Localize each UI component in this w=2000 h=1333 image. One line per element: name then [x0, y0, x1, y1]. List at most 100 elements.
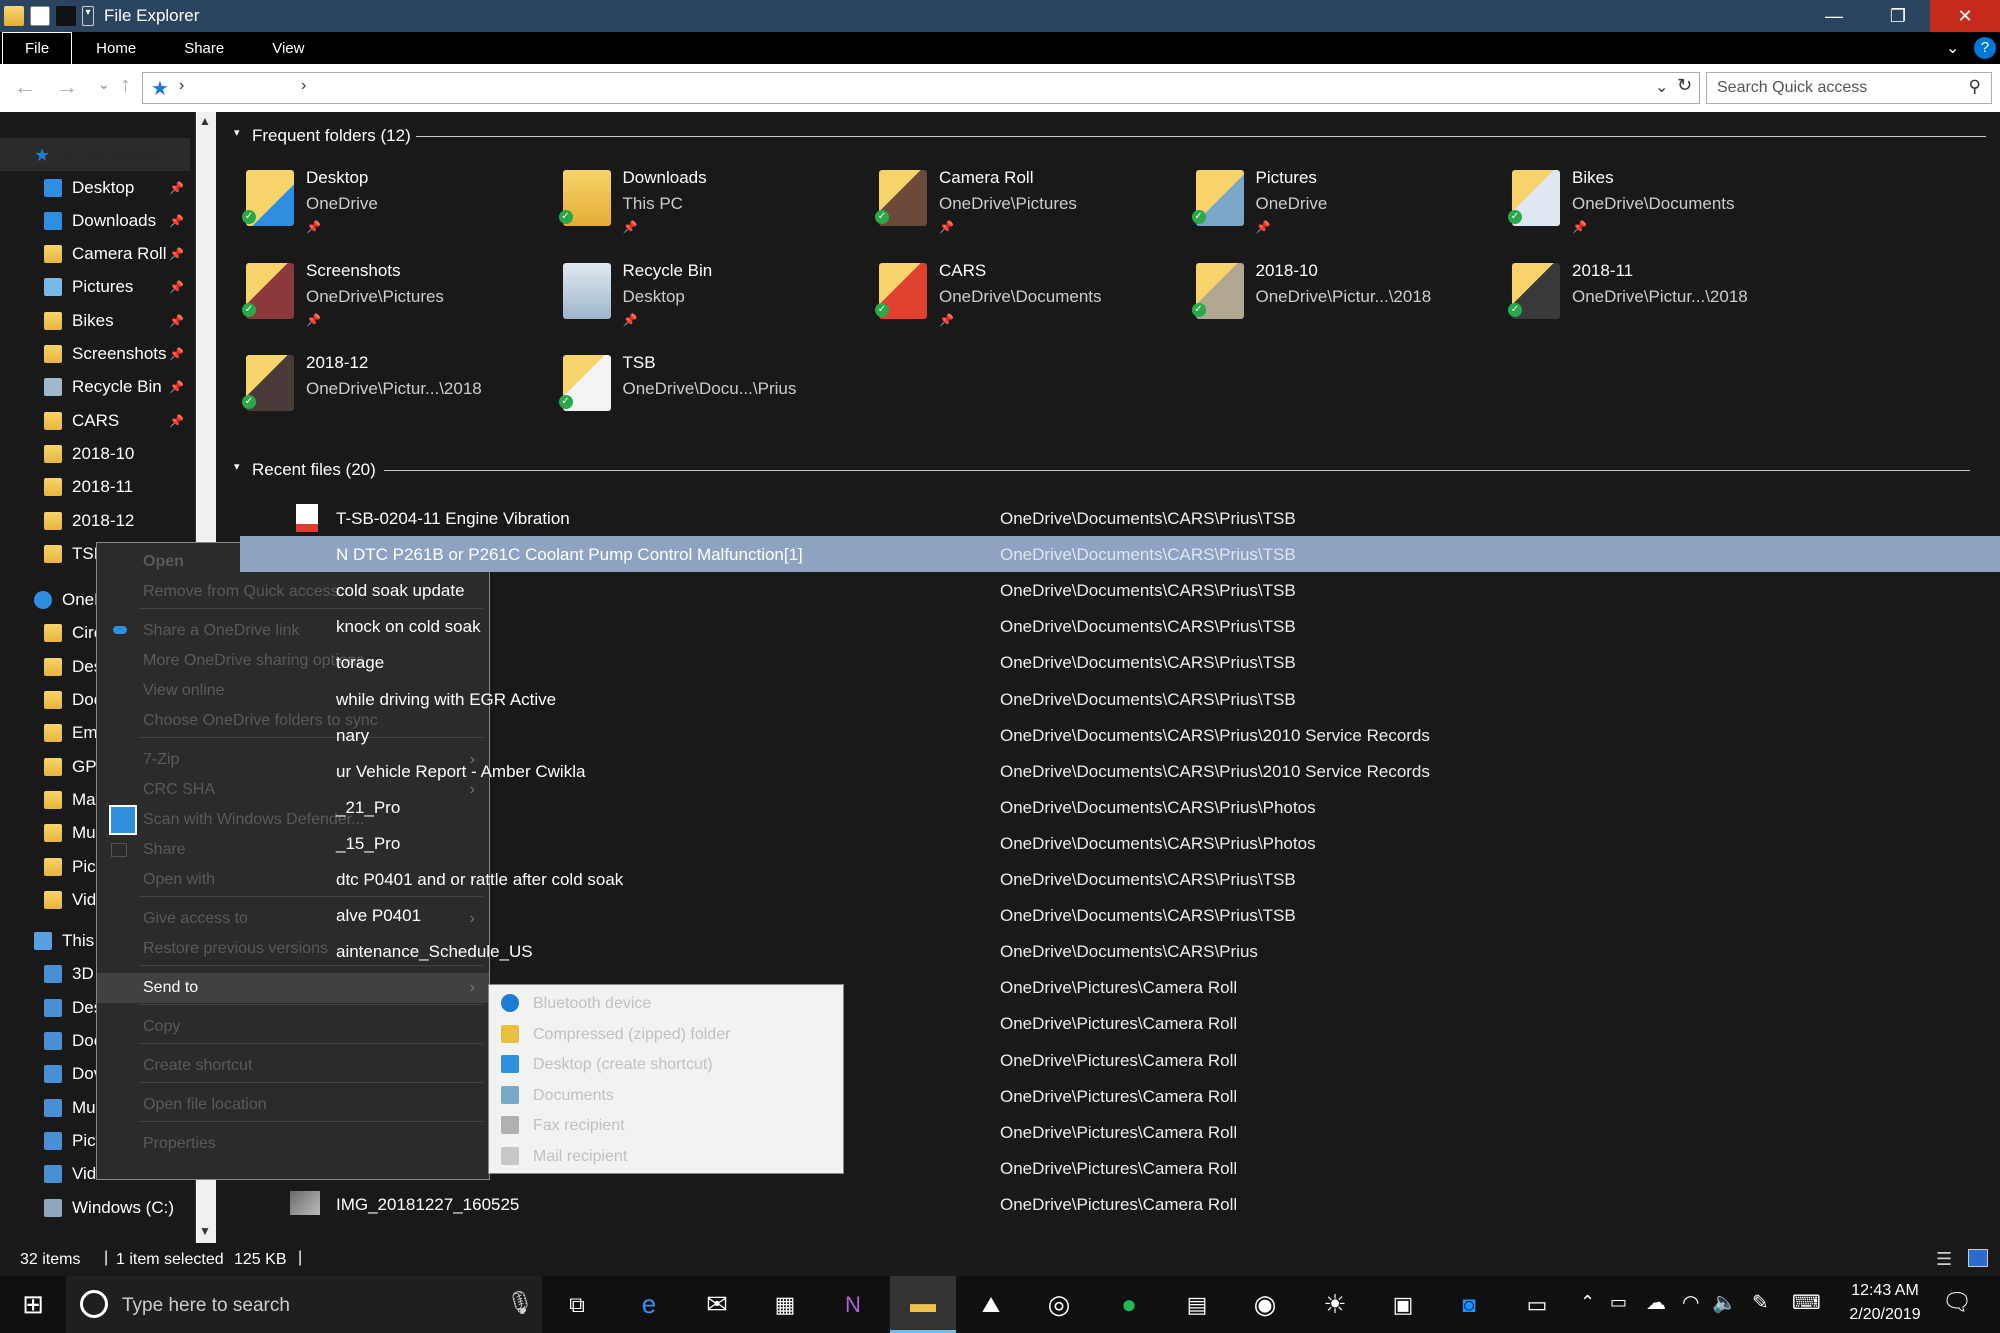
recent-file-row[interactable]: OneDrive\Pictures\Camera Roll — [240, 969, 2000, 1005]
recent-file-row[interactable]: cold soak update OneDrive\Documents\CARS\… — [240, 572, 2000, 608]
frequent-folder-2018-12[interactable]: ✓ 2018-12 OneDrive\Pictur...\2018 — [234, 345, 534, 431]
mail-icon[interactable]: ✉ — [684, 1276, 750, 1333]
nav-item-camera-roll[interactable]: Camera Roll 📌 — [0, 238, 190, 271]
recent-file-row[interactable]: alve P0401 OneDrive\Documents\CARS\Prius\… — [240, 897, 2000, 933]
calendar-icon[interactable]: ▦ — [752, 1276, 818, 1333]
expand-ribbon-icon[interactable]: ⌄ — [1946, 38, 1959, 58]
recent-file-row[interactable]: while driving with EGR Active OneDrive\Do… — [240, 681, 2000, 717]
recent-file-row[interactable]: ur Vehicle Report - Amber Cwikla OneDrive… — [240, 753, 2000, 789]
tab-home[interactable]: Home — [72, 32, 160, 64]
terminal-icon[interactable]: ▭ — [1504, 1276, 1570, 1333]
tab-file[interactable]: File — [2, 32, 73, 64]
recent-file-row[interactable]: OneDrive\Pictures\Camera Roll — [240, 1005, 2000, 1041]
nav-item-2018-10[interactable]: 2018-10 — [0, 437, 190, 470]
show-hidden-icons-icon[interactable]: ⌃ — [1580, 1292, 1595, 1313]
file-explorer-taskbar-icon[interactable]: ▬ — [890, 1276, 956, 1333]
volume-icon[interactable]: 🔈 — [1712, 1290, 1737, 1315]
brightness-icon[interactable]: ☀ — [1302, 1276, 1368, 1333]
wifi-icon[interactable]: ◠ — [1682, 1290, 1699, 1315]
taskbar-search[interactable]: Type here to search 🎙 — [66, 1276, 542, 1333]
nav-quick-access[interactable]: ★ Quick access — [0, 138, 190, 171]
scroll-down-icon[interactable]: ▼ — [199, 1224, 211, 1238]
scroll-up-icon[interactable]: ▲ — [199, 114, 211, 128]
nav-item-windows-drive[interactable]: Windows (C:) — [0, 1191, 190, 1224]
frequent-folder-2018-10[interactable]: ✓ 2018-10 OneDrive\Pictur...\2018 — [1184, 253, 1484, 339]
recent-file-row[interactable]: N DTC P261B or P261C Coolant Pump Contro… — [240, 536, 2000, 573]
tab-share[interactable]: Share — [160, 32, 248, 64]
frequent-folder-camera-roll[interactable]: ✓ Camera Roll OneDrive\Pictures 📌 — [867, 160, 1167, 246]
nav-item-desktop[interactable]: Desktop 📌 — [0, 171, 190, 204]
frequent-folders-header[interactable]: Frequent folders (12) — [252, 126, 411, 146]
recent-file-row[interactable]: OneDrive\Pictures\Camera Roll — [240, 1042, 2000, 1078]
breadcrumb-chevron-icon[interactable]: › — [301, 77, 306, 95]
start-button[interactable]: ⊞ — [0, 1276, 66, 1333]
action-center-icon[interactable]: 🗨 — [1942, 1288, 1972, 1317]
nav-item-screenshots[interactable]: Screenshots 📌 — [0, 338, 190, 371]
address-dropdown-icon[interactable]: ⌄ — [1655, 77, 1668, 97]
nav-item-2018-12[interactable]: 2018-12 — [0, 504, 190, 537]
nav-item-downloads[interactable]: Downloads 📌 — [0, 204, 190, 237]
forward-icon[interactable]: → — [56, 74, 78, 100]
frequent-folder-pictures[interactable]: ✓ Pictures OneDrive 📌 — [1184, 160, 1484, 246]
spotify-icon[interactable]: ● — [1096, 1276, 1162, 1333]
app-icon[interactable]: ◙ — [1436, 1276, 1502, 1333]
onenote-icon[interactable]: N — [820, 1276, 886, 1333]
nav-item-cars[interactable]: CARS 📌 — [0, 404, 190, 437]
recent-file-row[interactable]: _21_Pro OneDrive\Documents\CARS\Prius\Pho… — [240, 789, 2000, 825]
nav-item-pictures[interactable]: Pictures 📌 — [0, 271, 190, 304]
recent-file-row[interactable]: _15_Pro OneDrive\Documents\CARS\Prius\Pho… — [240, 825, 2000, 861]
tab-view[interactable]: View — [248, 32, 328, 64]
frequent-folder-tsb[interactable]: ✓ TSB OneDrive\Docu...\Prius — [551, 345, 851, 431]
details-view-icon[interactable]: ☰ — [1936, 1249, 1952, 1270]
webcam-icon[interactable]: ◉ — [1232, 1276, 1298, 1333]
breadcrumb-chevron-icon[interactable]: › — [179, 77, 184, 95]
nav-item-bikes[interactable]: Bikes 📌 — [0, 304, 190, 337]
frequent-folder-downloads[interactable]: ✓ Downloads This PC 📌 — [551, 160, 851, 246]
minimize-button[interactable]: — — [1802, 0, 1866, 32]
nav-item-2018-11[interactable]: 2018-11 — [0, 471, 190, 504]
nav-item-recycle-bin[interactable]: Recycle Bin 📌 — [0, 371, 190, 404]
clock-time[interactable]: 12:43 AM — [1840, 1282, 1930, 1300]
recent-file-row[interactable]: T-SB-0204-11 Engine Vibration OneDrive\Do… — [240, 500, 2000, 536]
collapse-chevron-icon[interactable]: ▾ — [234, 460, 240, 473]
recent-file-row[interactable]: nary OneDrive\Documents\CARS\Prius\2010 S… — [240, 717, 2000, 753]
pen-icon[interactable]: ✎ — [1752, 1290, 1769, 1315]
recent-file-row[interactable]: knock on cold soak OneDrive\Documents\CAR… — [240, 608, 2000, 644]
frequent-folder-bikes[interactable]: ✓ Bikes OneDrive\Documents 📌 — [1500, 160, 1800, 246]
up-icon[interactable]: ↑ — [120, 72, 131, 98]
recent-file-row[interactable]: IMG_20181227_160525 OneDrive\Pictures\Cam… — [240, 1186, 2000, 1222]
frequent-folder-recycle-bin[interactable]: Recycle Bin Desktop 📌 — [551, 253, 851, 339]
recent-files-header[interactable]: Recent files (20) — [252, 460, 376, 480]
recent-file-row[interactable]: aintenance_Schedule_US OneDrive\Documents… — [240, 933, 2000, 969]
help-icon[interactable]: ? — [1974, 37, 1996, 59]
onedrive-tray-icon[interactable]: ☁ — [1646, 1290, 1666, 1315]
customize-toolbar-icon[interactable]: ▾ — [82, 6, 94, 26]
microphone-icon[interactable]: 🎙 — [506, 1290, 534, 1316]
battery-icon[interactable]: ▭ — [1610, 1292, 1627, 1313]
recent-locations-icon[interactable]: ⌄ — [98, 76, 110, 93]
edge-icon[interactable]: e — [616, 1276, 682, 1333]
frequent-folder-2018-11[interactable]: ✓ 2018-11 OneDrive\Pictur...\2018 — [1500, 253, 1800, 339]
news-icon[interactable]: ▣ — [1370, 1276, 1436, 1333]
frequent-folder-screenshots[interactable]: ✓ Screenshots OneDrive\Pictures 📌 — [234, 253, 534, 339]
refresh-icon[interactable]: ↻ — [1677, 75, 1692, 96]
task-view-icon[interactable]: ⧉ — [544, 1276, 610, 1333]
close-button[interactable]: ✕ — [1930, 0, 2000, 32]
calculator-icon[interactable]: ▤ — [1164, 1276, 1230, 1333]
keyboard-icon[interactable]: ⌨ — [1792, 1290, 1821, 1315]
recent-file-row[interactable]: dtc P0401 and or rattle after cold soak O… — [240, 861, 2000, 897]
new-folder-icon[interactable] — [56, 6, 76, 26]
large-icons-view-icon[interactable] — [1968, 1249, 1988, 1267]
frequent-folder-desktop[interactable]: ✓ Desktop OneDrive 📌 — [234, 160, 534, 246]
collapse-chevron-icon[interactable]: ▾ — [234, 126, 240, 139]
search-input[interactable]: Search Quick access ⚲ — [1706, 72, 1992, 104]
back-icon[interactable]: ← — [14, 74, 36, 100]
clock-date[interactable]: 2/20/2019 — [1840, 1306, 1930, 1324]
recent-file-row[interactable]: OneDrive\Pictures\Camera Roll — [240, 1114, 2000, 1150]
groove-music-icon[interactable]: ◎ — [1026, 1276, 1092, 1333]
restore-button[interactable]: ❐ — [1866, 0, 1930, 32]
recent-file-row[interactable]: OneDrive\Pictures\Camera Roll — [240, 1078, 2000, 1114]
recent-file-row[interactable]: OneDrive\Pictures\Camera Roll — [240, 1150, 2000, 1186]
photos-icon[interactable]: ⛰ — [958, 1276, 1024, 1333]
properties-icon[interactable] — [30, 6, 50, 26]
